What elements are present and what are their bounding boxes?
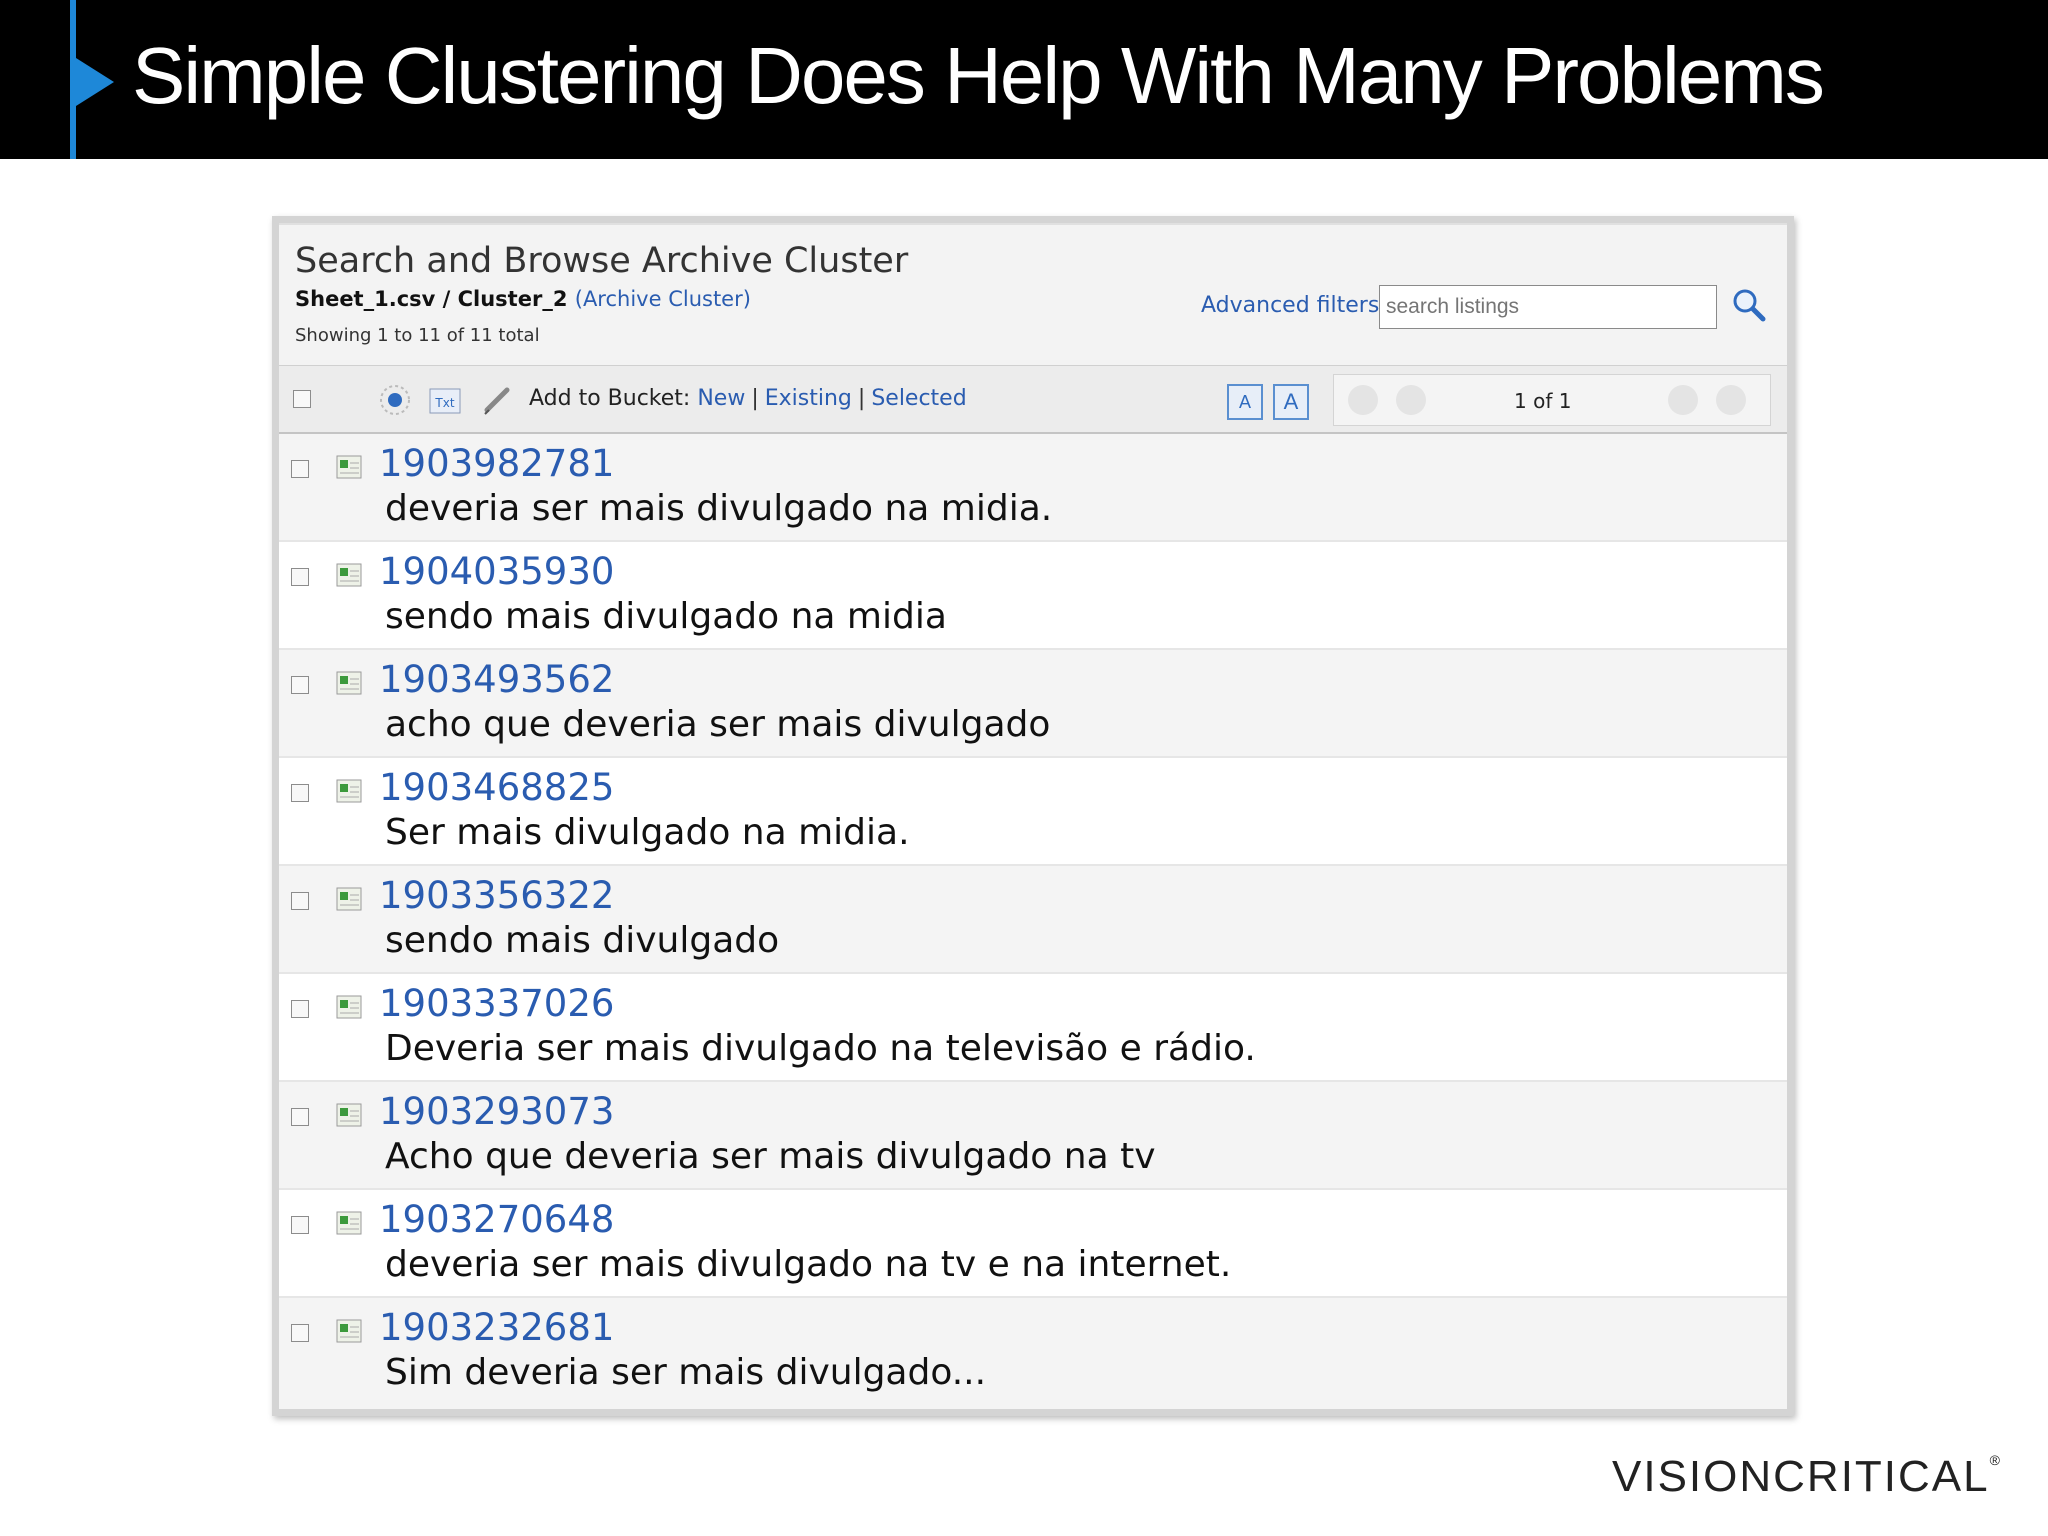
header-arrow-icon (76, 58, 114, 106)
breadcrumb-cluster-type[interactable]: (Archive Cluster) (575, 287, 751, 311)
select-all-checkbox[interactable] (293, 390, 311, 408)
add-to-bucket: Add to Bucket: New | Existing | Selected (529, 386, 967, 411)
row-checkbox[interactable] (291, 568, 309, 586)
font-decrease-button[interactable]: A (1227, 384, 1263, 420)
next-page-icon[interactable] (1668, 385, 1698, 415)
list-item: 1903468825 Ser mais divulgado na midia. (279, 758, 1787, 866)
record-text: Ser mais divulgado na midia. (385, 812, 910, 853)
list-item: 1903356322 sendo mais divulgado (279, 866, 1787, 974)
logo-trademark: ® (1989, 1452, 2002, 1468)
row-checkbox[interactable] (291, 892, 309, 910)
panel-header: Search and Browse Archive Cluster Sheet_… (279, 223, 1787, 367)
edit-pencil-icon[interactable] (479, 382, 515, 418)
bucket-existing-link[interactable]: Existing (765, 386, 852, 411)
record-text: sendo mais divulgado na midia (385, 596, 947, 637)
logo-text: VISIONCRITICAL (1612, 1452, 1990, 1501)
list-item: 1904035930 sendo mais divulgado na midia (279, 542, 1787, 650)
record-text: sendo mais divulgado (385, 920, 780, 961)
list-item: 1903982781 deveria ser mais divulgado na… (279, 434, 1787, 542)
bucket-selected-link[interactable]: Selected (871, 386, 966, 411)
results-count: Showing 1 to 11 of 11 total (295, 325, 540, 346)
list-item: 1903270648 deveria ser mais divulgado na… (279, 1190, 1787, 1298)
last-page-icon[interactable] (1716, 385, 1746, 415)
row-checkbox[interactable] (291, 676, 309, 694)
row-checkbox[interactable] (291, 1108, 309, 1126)
spreadsheet-file-icon (336, 563, 362, 587)
separator: | (857, 386, 866, 411)
results-list: 1903982781 deveria ser mais divulgado na… (279, 434, 1787, 1404)
spreadsheet-file-icon (336, 671, 362, 695)
font-increase-button[interactable]: A (1273, 384, 1309, 420)
list-item: 1903293073 Acho que deveria ser mais div… (279, 1082, 1787, 1190)
row-checkbox[interactable] (291, 460, 309, 478)
record-id-link[interactable]: 1903356322 (379, 874, 614, 917)
record-text: deveria ser mais divulgado na tv e na in… (385, 1244, 1232, 1285)
row-checkbox[interactable] (291, 1216, 309, 1234)
record-id-link[interactable]: 1903982781 (379, 442, 614, 485)
record-id-link[interactable]: 1903232681 (379, 1306, 614, 1349)
add-to-bucket-label: Add to Bucket: (529, 386, 691, 411)
search-input[interactable] (1379, 285, 1717, 329)
first-page-icon[interactable] (1348, 385, 1378, 415)
spreadsheet-file-icon (336, 779, 362, 803)
record-id-link[interactable]: 1903270648 (379, 1198, 614, 1241)
pager: 1 of 1 (1333, 374, 1771, 426)
record-id-link[interactable]: 1903468825 (379, 766, 614, 809)
advanced-filters-link[interactable]: Advanced filters (1201, 293, 1379, 318)
refresh-icon[interactable] (375, 380, 415, 420)
spreadsheet-file-icon (336, 1103, 362, 1127)
spreadsheet-file-icon (336, 1211, 362, 1235)
record-id-link[interactable]: 1904035930 (379, 550, 614, 593)
record-text: Acho que deveria ser mais divulgado na t… (385, 1136, 1156, 1177)
breadcrumb-file: Sheet_1.csv / Cluster_2 (295, 287, 568, 311)
record-id-link[interactable]: 1903337026 (379, 982, 614, 1025)
row-checkbox[interactable] (291, 1324, 309, 1342)
row-checkbox[interactable] (291, 784, 309, 802)
record-id-link[interactable]: 1903293073 (379, 1090, 614, 1133)
visioncritical-logo: VISIONCRITICAL® (1612, 1452, 2002, 1502)
text-export-icon[interactable]: Txt (429, 386, 463, 416)
list-item: 1903337026 Deveria ser mais divulgado na… (279, 974, 1787, 1082)
record-text: Deveria ser mais divulgado na televisão … (385, 1028, 1256, 1069)
page-indicator: 1 of 1 (1514, 389, 1572, 413)
spreadsheet-file-icon (336, 455, 362, 479)
slide-title: Simple Clustering Does Help With Many Pr… (132, 31, 1825, 120)
spreadsheet-file-icon (336, 995, 362, 1019)
record-text: Sim deveria ser mais divulgado... (385, 1352, 987, 1393)
separator: | (751, 386, 759, 411)
search-icon[interactable] (1729, 285, 1769, 325)
spreadsheet-file-icon (336, 1319, 362, 1343)
toolbar: Txt Add to Bucket: New | Existing | Selected… (279, 365, 1787, 435)
list-item: 1903493562 acho que deveria ser mais div… (279, 650, 1787, 758)
row-checkbox[interactable] (291, 1000, 309, 1018)
list-item: 1903232681 Sim deveria ser mais divulgad… (279, 1298, 1787, 1404)
text-export-icon-label: Txt (434, 396, 454, 410)
breadcrumb: Sheet_1.csv / Cluster_2 (Archive Cluster… (295, 287, 751, 311)
record-text: acho que deveria ser mais divulgado (385, 704, 1051, 745)
spreadsheet-file-icon (336, 887, 362, 911)
slide-header: Simple Clustering Does Help With Many Pr… (0, 0, 2048, 159)
record-text: deveria ser mais divulgado na midia. (385, 488, 1053, 529)
record-id-link[interactable]: 1903493562 (379, 658, 614, 701)
panel-title: Search and Browse Archive Cluster (295, 241, 909, 281)
archive-cluster-panel: Search and Browse Archive Cluster Sheet_… (272, 216, 1794, 1416)
bucket-new-link[interactable]: New (697, 386, 745, 411)
prev-page-icon[interactable] (1396, 385, 1426, 415)
